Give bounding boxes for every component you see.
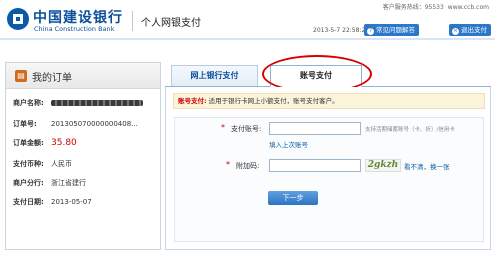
- captcha-input[interactable]: [269, 159, 361, 172]
- required-mark: *: [221, 123, 225, 132]
- hotline-number: 客户服务热线：95533: [382, 4, 444, 11]
- page-header: 中国建设银行 China Construction Bank 个人网银支付 客户…: [0, 0, 495, 40]
- order-row-branch: 商户分行: 浙江省建行: [13, 178, 86, 188]
- question-icon: ?: [367, 28, 374, 35]
- order-row-date: 支付日期: 2013-05-07: [13, 197, 92, 207]
- order-row-merchant: 商户名称:: [13, 98, 143, 108]
- order-row-currency: 支付币种: 人民币: [13, 159, 72, 169]
- website-link[interactable]: www.ccb.com: [448, 4, 489, 11]
- currency-value: 人民币: [51, 160, 72, 168]
- order-number-value: 201305070000000408...: [51, 120, 138, 128]
- account-input[interactable]: [269, 122, 361, 135]
- ccb-logo-icon: [7, 8, 29, 30]
- order-row-label: 支付日期:: [13, 198, 44, 206]
- account-payment-panel: 账号支付: 适用于银行卡网上小额支付，账号支付客户。 * 支付账号: 支持活期储…: [165, 87, 491, 250]
- fill-last-account-link[interactable]: 填入上次账号: [269, 139, 308, 149]
- hotline-text: 客户服务热线：95533 www.ccb.com: [379, 2, 489, 11]
- order-row-label: 商户分行:: [13, 179, 44, 187]
- order-panel-title: 我的订单: [32, 73, 72, 84]
- order-row-label: 支付币种:: [13, 160, 44, 168]
- exit-payment-button[interactable]: × 退出支付: [449, 24, 491, 36]
- current-datetime: 2013-5-7 22:58:22: [313, 27, 370, 34]
- required-mark: *: [226, 160, 230, 169]
- next-step-button[interactable]: 下一步: [268, 191, 318, 205]
- cart-icon: ▤: [15, 70, 27, 82]
- refresh-captcha-link[interactable]: 看不清，换一张: [404, 161, 450, 171]
- tip-bar: 账号支付: 适用于银行卡网上小额支付，账号支付客户。: [173, 93, 485, 109]
- merchant-name-redacted: [51, 100, 143, 106]
- order-amount-value: 35.80: [51, 138, 77, 148]
- payment-date-value: 2013-05-07: [51, 198, 92, 206]
- order-panel: ▤ 我的订单 商户名称: 订单号: 201305070000000408... 订…: [5, 62, 161, 250]
- exit-icon: ×: [452, 28, 459, 35]
- header-divider: [132, 11, 133, 31]
- order-row-label: 订单金额:: [13, 139, 44, 147]
- tab-online-banking[interactable]: 网上银行支付: [171, 65, 258, 86]
- order-row-label: 订单号:: [13, 120, 37, 128]
- account-label: 支付账号:: [231, 125, 262, 133]
- tip-text: 适用于银行卡网上小额支付，账号支付客户。: [206, 97, 339, 105]
- order-row-label: 商户名称:: [13, 99, 44, 107]
- service-title: 个人网银支付: [141, 18, 201, 29]
- bank-name-cn: 中国建设银行: [33, 10, 123, 26]
- payment-form: * 支付账号: 支持活期储蓄账号（卡、折）/信用卡 填入上次账号 * 附加码: …: [174, 117, 484, 242]
- order-row-amount: 订单金额: 35.80: [13, 138, 77, 148]
- order-panel-header: ▤ 我的订单: [6, 63, 160, 89]
- faq-label: 常见问题解答: [376, 26, 415, 34]
- order-row-number: 订单号: 201305070000000408...: [13, 119, 138, 129]
- captcha-label: 附加码:: [236, 162, 260, 170]
- exit-label: 退出支付: [461, 26, 487, 34]
- account-hint: 支持活期储蓄账号（卡、折）/信用卡: [365, 127, 455, 133]
- captcha-image: 2gkzh: [365, 159, 401, 172]
- branch-value: 浙江省建行: [51, 179, 86, 187]
- tip-label: 账号支付:: [178, 97, 207, 105]
- faq-button[interactable]: ? 常见问题解答: [364, 24, 419, 36]
- bank-name-en: China Construction Bank: [34, 25, 115, 33]
